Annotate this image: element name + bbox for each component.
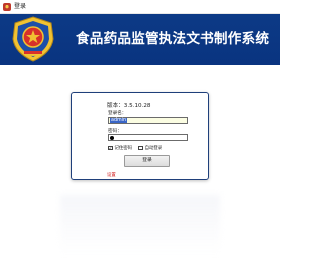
badge-emblem-icon bbox=[12, 16, 54, 62]
auto-login-checkbox[interactable] bbox=[138, 145, 143, 151]
remember-password-checkbox[interactable] bbox=[108, 145, 113, 151]
username-label: 登录名： bbox=[108, 111, 127, 116]
checkmark-icon bbox=[109, 146, 112, 150]
header-banner: 食品药品监管执法文书制作系统 bbox=[0, 14, 280, 65]
login-options: 记住密码 自动登录 bbox=[108, 145, 168, 151]
password-input[interactable] bbox=[108, 134, 188, 141]
login-panel: 版本：3.5.10.28 登录名： admin 密码： 记住密码 自动登录 登录… bbox=[71, 92, 209, 180]
panel-reflection bbox=[60, 195, 220, 255]
username-input[interactable]: admin bbox=[108, 117, 188, 124]
emblem-icon bbox=[3, 2, 11, 11]
version-text: 版本：3.5.10.28 bbox=[107, 103, 151, 109]
window-titlebar: 登录 bbox=[0, 0, 280, 14]
remember-password-label: 记住密码 bbox=[114, 146, 133, 151]
login-button[interactable]: 登录 bbox=[124, 155, 170, 167]
auto-login-label: 自动登录 bbox=[144, 146, 163, 151]
password-mask bbox=[110, 136, 114, 140]
settings-link[interactable]: 设置 bbox=[107, 172, 116, 178]
window-title: 登录 bbox=[14, 2, 27, 10]
system-title: 食品药品监管执法文书制作系统 bbox=[76, 31, 270, 47]
username-value: admin bbox=[110, 118, 128, 123]
